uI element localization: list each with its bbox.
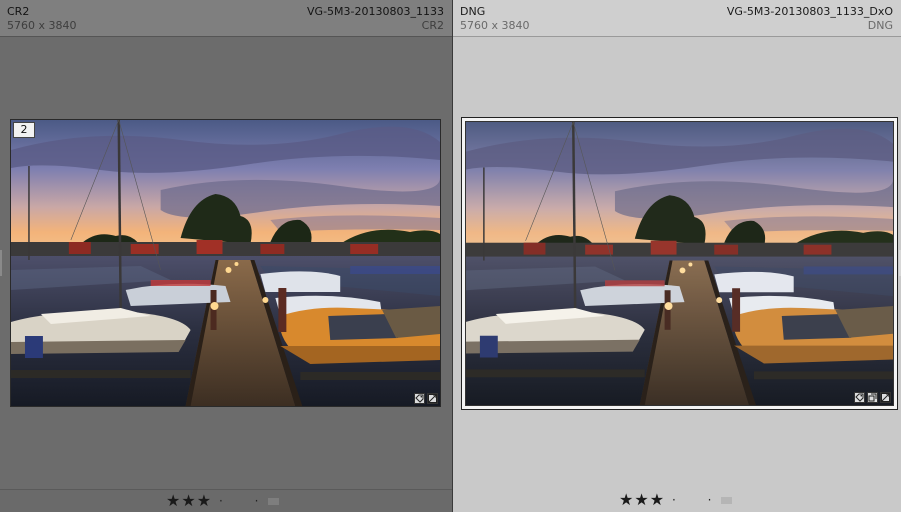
crop-icon[interactable] bbox=[867, 392, 878, 403]
left-photo-frame[interactable]: 2 bbox=[10, 119, 441, 407]
keyword-tag-icon[interactable] bbox=[854, 392, 865, 403]
left-extension: CR2 bbox=[421, 19, 444, 32]
left-toolbar-footer: ★★★ · · bbox=[0, 489, 452, 512]
right-info-header: DNG VG-5M3-20130803_1133_DxO 5760 x 3840… bbox=[453, 0, 901, 37]
right-toolbar-footer: ★★★ · · bbox=[453, 489, 901, 512]
left-rating-dots[interactable]: · · bbox=[219, 491, 272, 511]
stack-count-badge[interactable]: 2 bbox=[13, 122, 35, 138]
harbor-sunset-image-dxo bbox=[466, 122, 893, 405]
left-color-label-swatch[interactable] bbox=[268, 498, 279, 505]
right-compare-pane[interactable]: DNG VG-5M3-20130803_1133_DxO 5760 x 3840… bbox=[453, 0, 901, 512]
left-compare-pane[interactable]: CR2 VG-5M3-20130803_1133 5760 x 3840 CR2… bbox=[0, 0, 452, 512]
left-star-rating[interactable]: ★★★ bbox=[166, 491, 212, 511]
left-info-header: CR2 VG-5M3-20130803_1133 5760 x 3840 CR2 bbox=[0, 0, 452, 37]
right-thumbnail-badges bbox=[854, 392, 891, 403]
harbor-sunset-image bbox=[11, 120, 440, 406]
right-file-format: DNG bbox=[460, 5, 486, 18]
right-extension: DNG bbox=[867, 19, 893, 32]
right-rating-dots[interactable]: · · bbox=[672, 490, 725, 510]
left-dimensions: 5760 x 3840 bbox=[7, 19, 77, 32]
right-photo bbox=[465, 121, 894, 406]
right-photo-frame-selected[interactable] bbox=[461, 117, 898, 410]
keyword-tag-icon[interactable] bbox=[414, 393, 425, 404]
develop-adjusted-icon[interactable] bbox=[427, 393, 438, 404]
right-color-label-swatch[interactable] bbox=[721, 497, 732, 504]
left-filename: VG-5M3-20130803_1133 bbox=[307, 5, 444, 18]
left-file-format: CR2 bbox=[7, 5, 30, 18]
right-star-rating[interactable]: ★★★ bbox=[619, 490, 665, 510]
right-filename: VG-5M3-20130803_1133_DxO bbox=[726, 5, 893, 18]
left-photo: 2 bbox=[11, 120, 440, 406]
right-dimensions: 5760 x 3840 bbox=[460, 19, 530, 32]
develop-adjusted-icon[interactable] bbox=[880, 392, 891, 403]
left-thumbnail-badges bbox=[414, 393, 438, 404]
left-panel-collapse-tab[interactable] bbox=[0, 250, 2, 276]
